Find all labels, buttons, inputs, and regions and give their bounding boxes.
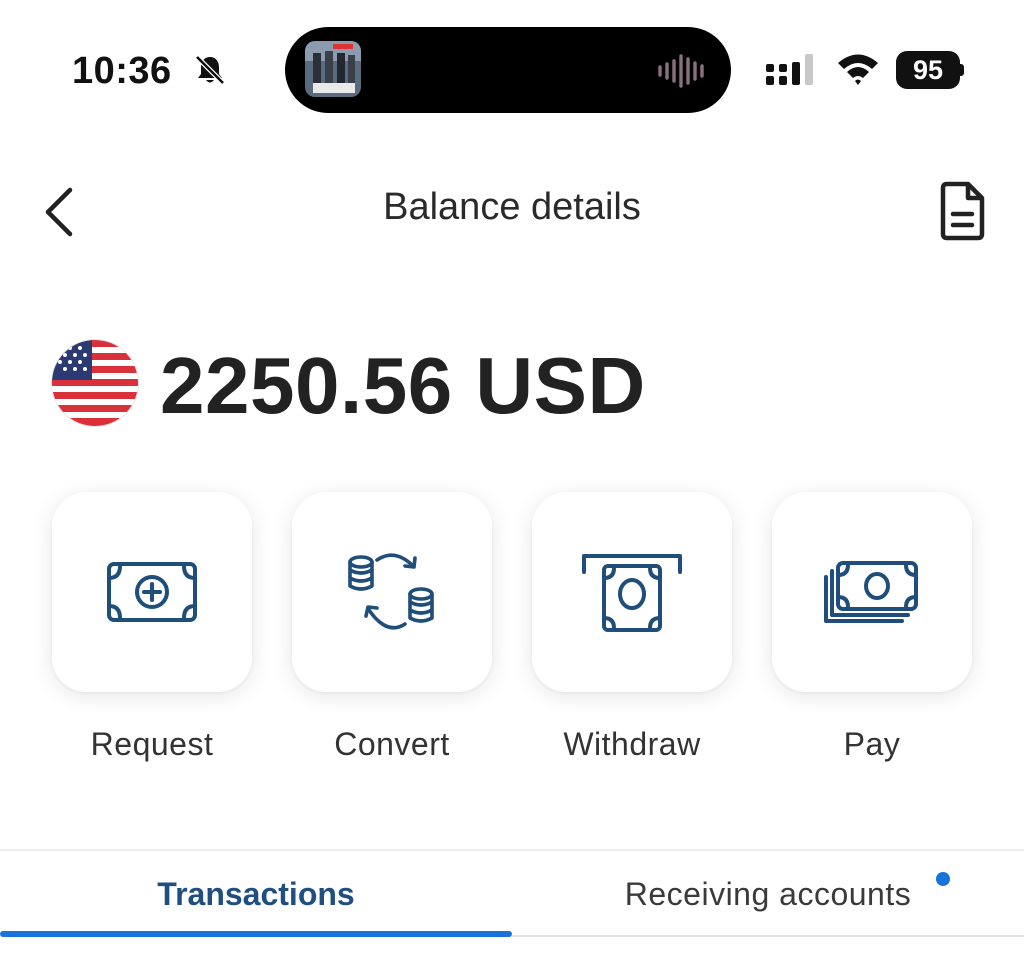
convert-action[interactable]: Convert xyxy=(292,492,492,763)
battery-cap xyxy=(960,64,964,76)
withdraw-action[interactable]: Withdraw xyxy=(532,492,732,763)
request-button[interactable] xyxy=(52,492,252,692)
wifi-icon xyxy=(838,54,878,85)
bell-muted-icon xyxy=(195,55,225,85)
tab-receiving-accounts-label: Receiving accounts xyxy=(624,875,912,912)
balance-amount: 2250.56 USD xyxy=(160,341,646,430)
dynamic-island[interactable] xyxy=(285,27,731,113)
tab-transactions[interactable]: Transactions xyxy=(0,851,512,937)
convert-button[interactable] xyxy=(292,492,492,692)
us-flag-icon xyxy=(52,340,138,426)
page-title: Balance details xyxy=(383,186,641,228)
banknote-plus-icon xyxy=(107,562,197,622)
pay-button[interactable] xyxy=(772,492,972,692)
coins-exchange-icon xyxy=(348,553,434,630)
pay-action[interactable]: Pay xyxy=(772,492,972,763)
screen: 10:36 95 Balance details 2250.56 USD Req… xyxy=(0,0,1024,967)
withdraw-label: Withdraw xyxy=(563,726,701,762)
atm-cash-icon xyxy=(582,554,682,632)
tab-transactions-label: Transactions xyxy=(157,875,355,912)
battery-level: 95 xyxy=(896,51,960,89)
request-action[interactable]: Request xyxy=(52,492,252,763)
notification-dot xyxy=(936,872,950,886)
waveform-icon xyxy=(658,54,704,88)
status-time: 10:36 xyxy=(72,50,172,92)
withdraw-button[interactable] xyxy=(532,492,732,692)
pay-label: Pay xyxy=(843,726,901,762)
active-tab-indicator xyxy=(0,931,512,937)
banknotes-stack-icon xyxy=(824,561,918,623)
tab-underline-inactive xyxy=(512,935,1024,937)
tab-receiving-accounts[interactable]: Receiving accounts xyxy=(512,851,1024,937)
convert-label: Convert xyxy=(334,726,450,762)
cellular-signal-icon xyxy=(766,54,813,85)
document-icon[interactable] xyxy=(938,180,988,242)
battery-icon: 95 xyxy=(896,51,964,89)
request-label: Request xyxy=(90,726,214,762)
album-art-icon xyxy=(305,41,361,97)
